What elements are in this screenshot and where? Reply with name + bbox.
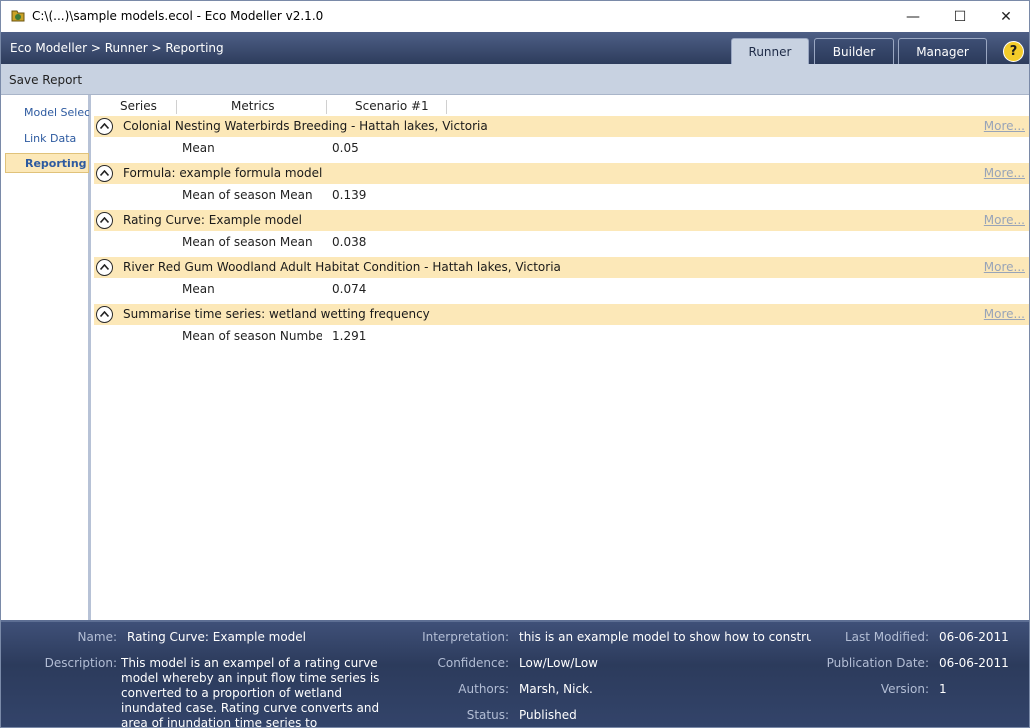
confidence-value: Low/Low/Low: [519, 656, 598, 670]
column-divider[interactable]: [326, 100, 327, 114]
more-link[interactable]: More...: [984, 166, 1025, 180]
tab-runner[interactable]: Runner: [731, 38, 809, 64]
collapse-icon[interactable]: [96, 212, 113, 229]
group-title: Rating Curve: Example model: [123, 213, 303, 227]
close-icon: ✕: [1000, 8, 1012, 25]
details-panel: Name: Rating Curve: Example model Descri…: [1, 620, 1029, 728]
column-divider[interactable]: [176, 100, 177, 114]
description-label: Description:: [44, 656, 117, 670]
status-label: Status:: [466, 708, 509, 722]
app-header: Eco Modeller > Runner > Reporting Runner…: [1, 32, 1029, 64]
metric-cell: Mean: [182, 282, 215, 296]
group-title: Formula: example formula model: [123, 166, 323, 180]
value-cell: 1.291: [332, 329, 367, 343]
column-header-scenario[interactable]: Scenario #1: [355, 99, 429, 113]
metric-cell: Mean of season Mean: [182, 235, 313, 249]
group-header-row[interactable]: Colonial Nesting Waterbirds Breeding - H…: [94, 116, 1029, 137]
breadcrumb: Eco Modeller > Runner > Reporting: [10, 41, 224, 55]
value-cell: 0.038: [332, 235, 367, 249]
column-header-metrics[interactable]: Metrics: [231, 99, 275, 113]
more-link[interactable]: More...: [984, 119, 1025, 133]
group-header-row[interactable]: Summarise time series: wetland wetting f…: [94, 304, 1029, 325]
publication-date-label: Publication Date:: [826, 656, 929, 670]
authors-value: Marsh, Nick.: [519, 682, 593, 696]
tab-label: Builder: [832, 44, 876, 59]
collapse-icon[interactable]: [96, 259, 113, 276]
minimize-icon: —: [906, 8, 920, 25]
report-grid: Series Metrics Scenario #1 Colonial Nest…: [94, 95, 1029, 620]
collapse-icon[interactable]: [96, 306, 113, 323]
value-cell: 0.074: [332, 282, 367, 296]
description-value: This model is an exampel of a rating cur…: [121, 656, 380, 728]
more-link[interactable]: More...: [984, 213, 1025, 227]
version-label: Version:: [880, 682, 929, 696]
app-icon: [11, 10, 25, 22]
name-label: Name:: [77, 630, 117, 644]
group-header-row[interactable]: River Red Gum Woodland Adult Habitat Con…: [94, 257, 1029, 278]
name-value: Rating Curve: Example model: [127, 630, 307, 644]
maximize-icon: ☐: [953, 8, 967, 25]
metric-cell: Mean of season Number c: [182, 329, 322, 343]
close-button[interactable]: ✕: [983, 1, 1029, 32]
value-cell: 0.139: [332, 188, 367, 202]
group-title: Summarise time series: wetland wetting f…: [123, 307, 430, 321]
tab-label: Runner: [748, 44, 792, 59]
collapse-icon[interactable]: [96, 118, 113, 135]
collapse-icon[interactable]: [96, 165, 113, 182]
maximize-button[interactable]: ☐: [937, 1, 983, 32]
app-window: C:\(...)\sample models.ecol - Eco Modell…: [0, 0, 1030, 728]
confidence-label: Confidence:: [437, 656, 509, 670]
version-value: 1: [939, 682, 947, 696]
sidebar-item-label: Reporting: [25, 156, 87, 170]
title-bar: C:\(...)\sample models.ecol - Eco Modell…: [1, 1, 1029, 32]
sidebar-item-label: Model Select: [24, 105, 89, 119]
sidebar-item-link-data[interactable]: Link Data: [5, 128, 89, 148]
more-link[interactable]: More...: [984, 307, 1025, 321]
group-header-row[interactable]: Rating Curve: Example model More...: [94, 210, 1029, 231]
status-value: Published: [519, 708, 577, 722]
tab-builder[interactable]: Builder: [814, 38, 894, 64]
metric-cell: Mean: [182, 141, 215, 155]
interpretation-label: Interpretation:: [422, 630, 509, 644]
help-icon[interactable]: ?: [1003, 41, 1024, 62]
sidebar: Model Select Link Data Reporting: [1, 95, 91, 620]
last-modified-label: Last Modified:: [844, 630, 929, 644]
minimize-button[interactable]: —: [890, 1, 936, 32]
publication-date-value: 06-06-2011: [939, 656, 1009, 670]
more-link[interactable]: More...: [984, 260, 1025, 274]
save-report-button[interactable]: Save Report: [9, 73, 82, 87]
sidebar-item-reporting[interactable]: Reporting: [5, 153, 89, 173]
value-cell: 0.05: [332, 141, 359, 155]
group-title: Colonial Nesting Waterbirds Breeding - H…: [123, 119, 488, 133]
column-header-series[interactable]: Series: [120, 99, 157, 113]
column-divider[interactable]: [446, 100, 447, 114]
last-modified-value: 06-06-2011: [939, 630, 1009, 644]
window-title: C:\(...)\sample models.ecol - Eco Modell…: [32, 9, 324, 23]
interpretation-value: this is an example model to show how to …: [519, 630, 811, 644]
tab-manager[interactable]: Manager: [898, 38, 987, 64]
authors-label: Authors:: [458, 682, 509, 696]
tab-label: Manager: [916, 44, 969, 59]
sidebar-item-label: Link Data: [24, 131, 77, 145]
toolbar: Save Report: [1, 64, 1029, 95]
group-header-row[interactable]: Formula: example formula model More...: [94, 163, 1029, 184]
sidebar-item-model-select[interactable]: Model Select: [5, 102, 89, 122]
metric-cell: Mean of season Mean: [182, 188, 313, 202]
group-title: River Red Gum Woodland Adult Habitat Con…: [123, 260, 561, 274]
